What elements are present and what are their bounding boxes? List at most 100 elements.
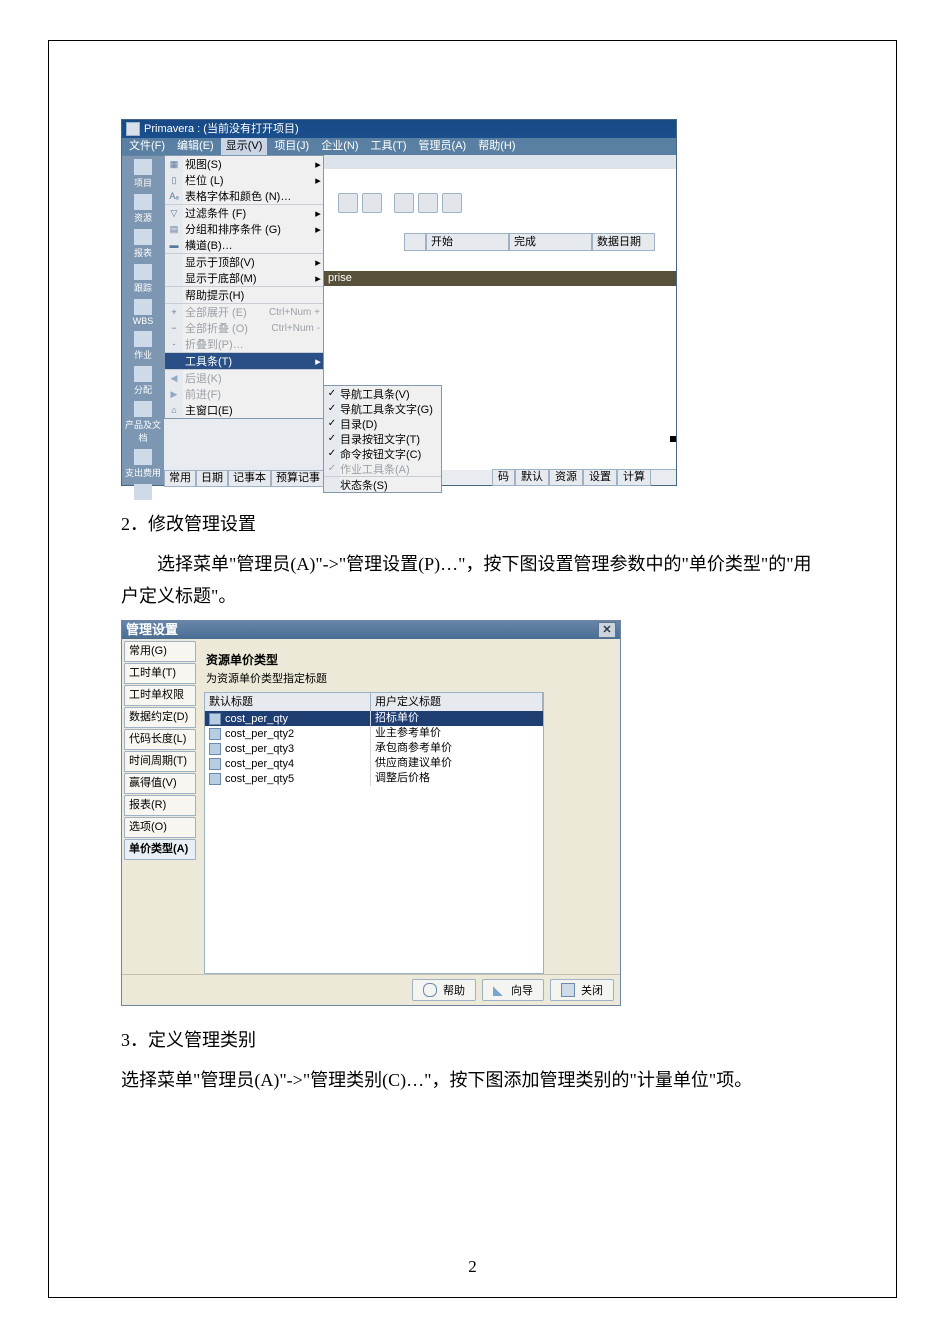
sidebar-item-expenses[interactable]: 支出费用 (122, 446, 164, 481)
menu-item-hint[interactable]: 帮助提示(H) (165, 287, 323, 303)
grid-row[interactable]: cost_per_qty 招标单价 (205, 711, 543, 726)
sidebar-item-reports[interactable]: 报表 (122, 226, 164, 261)
window-title-bar: Primavera : (当前没有打开项目) (121, 119, 677, 138)
bcol-code[interactable]: 码 (492, 470, 515, 486)
filter-icon[interactable] (338, 193, 358, 213)
dialog-title-bar: 管理设置 ✕ (122, 621, 620, 639)
grid-row[interactable]: cost_per_qty2 业主参考单价 (205, 726, 543, 741)
document-icon (209, 728, 221, 740)
sidebar-item-wbs[interactable]: WBS (122, 296, 164, 328)
group-row: prise (324, 271, 676, 286)
primavera-screenshot: Primavera : (当前没有打开项目) 文件(F) 编辑(E) 显示(V)… (121, 119, 677, 486)
menu-item-show-bottom[interactable]: 显示于底部(M)▸ (165, 270, 323, 286)
menu-edit[interactable]: 编辑(E) (172, 138, 219, 155)
bcol-default[interactable]: 默认 (515, 470, 549, 486)
bcol-resources[interactable]: 资源 (549, 470, 583, 486)
menu-item-group[interactable]: ▤分组和排序条件 (G)▸ (165, 221, 323, 237)
sidebar-item-activities[interactable]: 作业 (122, 328, 164, 363)
menu-admin[interactable]: 管理员(A) (414, 138, 472, 155)
tab-code-length[interactable]: 代码长度(L) (124, 729, 196, 750)
menu-tools[interactable]: 工具(T) (366, 138, 412, 155)
submenu-nav-toolbar[interactable]: ✓导航工具条(V) (324, 386, 441, 401)
menu-item-views[interactable]: ▦视图(S)▸ (165, 156, 323, 172)
check-icon: ✓ (324, 386, 340, 401)
tab-rate-types[interactable]: 单价类型(A) (124, 839, 196, 860)
step3-heading: 3．定义管理类别 (121, 1024, 824, 1056)
menu-item-bars[interactable]: ▬横道(B)… (165, 237, 323, 253)
window-title: Primavera : (当前没有打开项目) (144, 120, 299, 138)
resources-icon (134, 194, 152, 210)
menu-help[interactable]: 帮助(H) (473, 138, 520, 155)
close-button[interactable]: 关闭 (550, 979, 614, 1001)
view-menu-dropdown: ▦视图(S)▸ ▯栏位 (L)▸ Aₐ表格字体和颜色 (N)… ▽过滤条件 (F… (164, 155, 324, 419)
back-icon: ◀ (165, 370, 183, 386)
left-sidebar: 项目 资源 报表 跟踪 WBS 作业 分配 产品及文档 支出费用 临界值 (122, 155, 164, 485)
menu-item-show-top[interactable]: 显示于顶部(V)▸ (165, 254, 323, 270)
wbs-icon (134, 299, 152, 315)
col-finish[interactable]: 完成 (509, 234, 592, 251)
reports-icon (134, 229, 152, 245)
filter-icon: ▽ (165, 205, 183, 221)
tab-time-period[interactable]: 时间周期(T) (124, 751, 196, 772)
tab-data-convention[interactable]: 数据约定(D) (124, 707, 196, 728)
settings-tabs: 常用(G) 工时单(T) 工时单权限(P) 数据约定(D) 代码长度(L) 时间… (122, 639, 198, 974)
tab-dates[interactable]: 日期 (196, 470, 228, 487)
tab-timesheet[interactable]: 工时单(T) (124, 663, 196, 684)
grid-row[interactable]: cost_per_qty5 调整后价格 (205, 771, 543, 786)
menu-item-filter[interactable]: ▽过滤条件 (F)▸ (165, 205, 323, 221)
tab-general[interactable]: 常用(G) (124, 641, 196, 662)
submenu-status-bar[interactable]: 状态条(S) (324, 476, 441, 492)
panel-title: 资源单价类型 (204, 645, 620, 670)
form-icon[interactable] (362, 193, 382, 213)
tab-timesheet-perm[interactable]: 工时单权限(P) (124, 685, 196, 706)
help-button[interactable]: 帮助 (412, 979, 476, 1001)
menu-project[interactable]: 项目(J) (269, 138, 314, 155)
sidebar-item-tracking[interactable]: 跟踪 (122, 261, 164, 296)
wizard-button[interactable]: 向导 (482, 979, 544, 1001)
tab-budget-notes[interactable]: 预算记事 (271, 470, 325, 487)
close-button[interactable]: ✕ (598, 622, 616, 638)
zoom-out-icon[interactable] (418, 193, 438, 213)
tab-earned-value[interactable]: 赢得值(V) (124, 773, 196, 794)
step2-paragraph: 选择菜单"管理员(A)"->"管理设置(P)…"，按下图设置管理参数中的"单价类… (121, 548, 824, 612)
bars-icon: ▬ (165, 237, 183, 253)
zoom-in-icon[interactable] (394, 193, 414, 213)
check-icon: ✓ (324, 401, 340, 416)
sidebar-item-docs[interactable]: 产品及文档 (122, 398, 164, 446)
submenu-cmd-btn-text[interactable]: ✓命令按钮文字(C) (324, 446, 441, 461)
preferences-icon[interactable] (442, 193, 462, 213)
bcol-calc[interactable]: 计算 (617, 470, 651, 486)
tab-general[interactable]: 常用 (164, 470, 196, 487)
menu-item-columns[interactable]: ▯栏位 (L)▸ (165, 172, 323, 188)
tab-reports[interactable]: 报表(R) (124, 795, 196, 816)
grid-row[interactable]: cost_per_qty4 供应商建议单价 (205, 756, 543, 771)
menu-item-toolbars[interactable]: 工具条(T)▸ (165, 353, 323, 369)
col-data-date[interactable]: 数据日期 (592, 234, 655, 251)
menu-item-collapse-all: −全部折叠 (O)Ctrl+Num - (165, 320, 323, 336)
sidebar-item-resources[interactable]: 资源 (122, 191, 164, 226)
submenu-directory[interactable]: ✓目录(D) (324, 416, 441, 431)
menu-item-fonts[interactable]: Aₐ表格字体和颜色 (N)… (165, 188, 323, 204)
grid-row[interactable]: cost_per_qty3 承包商参考单价 (205, 741, 543, 756)
tab-notebook[interactable]: 记事本 (228, 470, 271, 487)
wizard-icon (493, 984, 505, 996)
grid-header-user[interactable]: 用户定义标题 (371, 693, 543, 712)
submenu-nav-toolbar-text[interactable]: ✓导航工具条文字(G) (324, 401, 441, 416)
menu-view[interactable]: 显示(V) (221, 138, 268, 155)
col-start[interactable]: 开始 (426, 234, 509, 251)
grid-header-default[interactable]: 默认标题 (205, 693, 371, 712)
tab-options[interactable]: 选项(O) (124, 817, 196, 838)
menu-item-collapse-to: -折叠到(P)… (165, 336, 323, 352)
bcol-settings[interactable]: 设置 (583, 470, 617, 486)
sidebar-item-assign[interactable]: 分配 (122, 363, 164, 398)
forward-icon: ▶ (165, 386, 183, 402)
menu-item-main-window[interactable]: ⌂主窗口(E) (165, 402, 323, 418)
columns-icon: ▯ (165, 172, 183, 188)
scroll-thumb[interactable] (670, 436, 676, 442)
sidebar-item-projects[interactable]: 项目 (122, 156, 164, 191)
menu-enterprise[interactable]: 企业(N) (316, 138, 363, 155)
docs-icon (134, 401, 152, 417)
submenu-directory-btn-text[interactable]: ✓目录按钮文字(T) (324, 431, 441, 446)
menu-file[interactable]: 文件(F) (124, 138, 170, 155)
assign-icon (134, 366, 152, 382)
